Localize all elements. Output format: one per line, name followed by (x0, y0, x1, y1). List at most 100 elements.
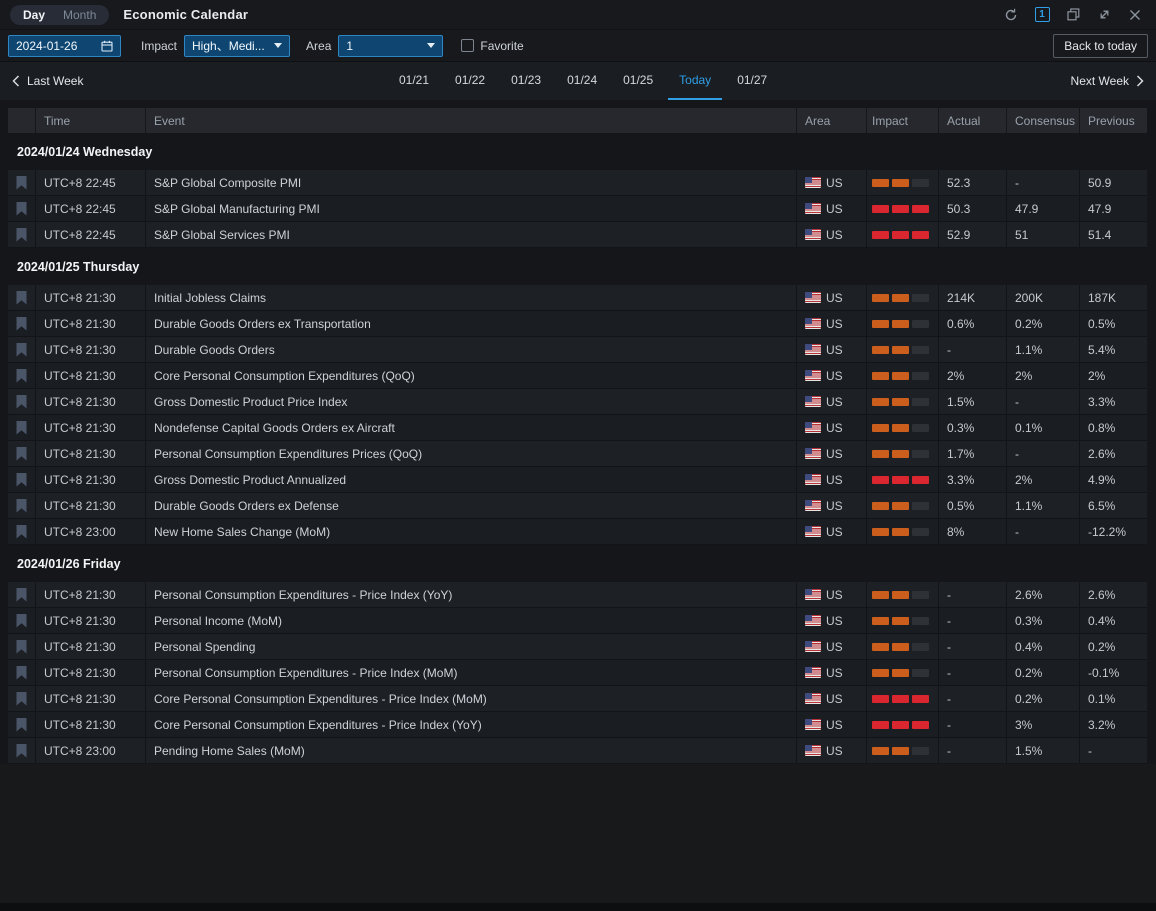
event-row[interactable]: UTC+8 21:30 Gross Domestic Product Annua… (8, 467, 1147, 493)
event-row[interactable]: UTC+8 21:30 Core Personal Consumption Ex… (8, 363, 1147, 389)
area-value: US (826, 202, 843, 216)
bookmark-icon[interactable] (16, 718, 27, 732)
event-row[interactable]: UTC+8 21:30 Durable Goods Orders ex Tran… (8, 311, 1147, 337)
event-time: UTC+8 21:30 (36, 582, 146, 607)
week-day-0[interactable]: 01/21 (388, 62, 440, 100)
close-icon[interactable] (1124, 6, 1146, 24)
event-row[interactable]: UTC+8 21:30 Durable Goods Orders US - 1.… (8, 337, 1147, 363)
impact-indicator (867, 389, 939, 414)
week-day-3[interactable]: 01/24 (556, 62, 608, 100)
impact-bar (892, 591, 909, 599)
actual-value: 50.3 (939, 196, 1007, 221)
window-count-badge[interactable]: 1 (1031, 6, 1053, 24)
event-row[interactable]: UTC+8 21:30 Gross Domestic Product Price… (8, 389, 1147, 415)
event-row[interactable]: UTC+8 21:30 Personal Income (MoM) US - 0… (8, 608, 1147, 634)
area-value: US (826, 421, 843, 435)
actual-value: - (939, 686, 1007, 711)
event-time: UTC+8 22:45 (36, 170, 146, 195)
last-week-button[interactable]: Last Week (12, 74, 83, 88)
impact-bar (872, 695, 889, 703)
impact-bar (912, 450, 929, 458)
week-day-4[interactable]: 01/25 (612, 62, 664, 100)
actual-value: - (939, 712, 1007, 737)
event-row[interactable]: UTC+8 22:45 S&P Global Manufacturing PMI… (8, 196, 1147, 222)
next-week-button[interactable]: Next Week (1071, 74, 1144, 88)
event-row[interactable]: UTC+8 23:00 New Home Sales Change (MoM) … (8, 519, 1147, 545)
previous-value: -0.1% (1080, 660, 1147, 685)
actual-value: - (939, 738, 1007, 763)
bookmark-icon[interactable] (16, 395, 27, 409)
bookmark-icon[interactable] (16, 202, 27, 216)
bookmark-icon[interactable] (16, 499, 27, 513)
event-row[interactable]: UTC+8 22:45 S&P Global Services PMI US 5… (8, 222, 1147, 248)
week-day-today[interactable]: Today (668, 62, 722, 100)
col-event: Event (146, 108, 797, 133)
week-day-1[interactable]: 01/22 (444, 62, 496, 100)
us-flag-icon (805, 422, 821, 433)
consensus-value: 0.1% (1007, 415, 1080, 440)
event-row[interactable]: UTC+8 21:30 Personal Spending US - 0.4% … (8, 634, 1147, 660)
bookmark-icon[interactable] (16, 447, 27, 461)
event-row[interactable]: UTC+8 22:45 S&P Global Composite PMI US … (8, 170, 1147, 196)
favorite-checkbox[interactable] (461, 39, 474, 52)
month-toggle[interactable]: Month (54, 8, 105, 22)
event-row[interactable]: UTC+8 21:30 Nondefense Capital Goods Ord… (8, 415, 1147, 441)
impact-bar (912, 398, 929, 406)
bookmark-icon[interactable] (16, 588, 27, 602)
bookmark-icon[interactable] (16, 640, 27, 654)
window-bottom-edge (0, 903, 1156, 911)
event-name: Gross Domestic Product Price Index (146, 389, 797, 414)
week-day-6[interactable]: 01/27 (726, 62, 778, 100)
bookmark-icon[interactable] (16, 421, 27, 435)
bookmark-icon[interactable] (16, 744, 27, 758)
area-label: Area (306, 39, 331, 53)
bookmark-icon[interactable] (16, 228, 27, 242)
bookmark-icon[interactable] (16, 291, 27, 305)
bookmark-icon[interactable] (16, 317, 27, 331)
event-row[interactable]: UTC+8 21:30 Core Personal Consumption Ex… (8, 712, 1147, 738)
bookmark-icon[interactable] (16, 692, 27, 706)
restore-icon[interactable] (1062, 6, 1084, 24)
area-value: US (826, 317, 843, 331)
event-name: Durable Goods Orders (146, 337, 797, 362)
impact-bar (912, 205, 929, 213)
refresh-icon[interactable] (1000, 6, 1022, 24)
impact-bar (872, 205, 889, 213)
chevron-right-icon (1136, 75, 1144, 87)
event-row[interactable]: UTC+8 23:00 Pending Home Sales (MoM) US … (8, 738, 1147, 764)
day-toggle[interactable]: Day (14, 8, 54, 22)
event-row[interactable]: UTC+8 21:30 Personal Consumption Expendi… (8, 441, 1147, 467)
area-value: US (826, 718, 843, 732)
bookmark-icon[interactable] (16, 525, 27, 539)
bookmark-icon[interactable] (16, 473, 27, 487)
col-impact: Impact (867, 108, 939, 133)
us-flag-icon (805, 203, 821, 214)
calendar-icon (101, 40, 113, 52)
area-select-value: 1 (346, 39, 353, 53)
bookmark-icon[interactable] (16, 176, 27, 190)
event-row[interactable]: UTC+8 21:30 Personal Consumption Expendi… (8, 582, 1147, 608)
event-row[interactable]: UTC+8 21:30 Core Personal Consumption Ex… (8, 686, 1147, 712)
event-time: UTC+8 23:00 (36, 738, 146, 763)
impact-select[interactable]: High、Medi... (184, 35, 290, 57)
area-select[interactable]: 1 (338, 35, 443, 57)
event-row[interactable]: UTC+8 21:30 Personal Consumption Expendi… (8, 660, 1147, 686)
back-to-today-button[interactable]: Back to today (1053, 34, 1148, 58)
event-row[interactable]: UTC+8 21:30 Initial Jobless Claims US 21… (8, 285, 1147, 311)
bookmark-icon[interactable] (16, 343, 27, 357)
chevron-left-icon (12, 75, 20, 87)
impact-bar (892, 398, 909, 406)
bookmark-icon[interactable] (16, 666, 27, 680)
maximize-icon[interactable] (1093, 6, 1115, 24)
event-row[interactable]: UTC+8 21:30 Durable Goods Orders ex Defe… (8, 493, 1147, 519)
consensus-value: 0.4% (1007, 634, 1080, 659)
previous-value: 4.9% (1080, 467, 1147, 492)
date-input[interactable]: 2024-01-26 (8, 35, 121, 57)
bookmark-icon[interactable] (16, 614, 27, 628)
bookmark-icon[interactable] (16, 369, 27, 383)
us-flag-icon (805, 500, 821, 511)
event-name: Initial Jobless Claims (146, 285, 797, 310)
week-day-2[interactable]: 01/23 (500, 62, 552, 100)
event-time: UTC+8 21:30 (36, 389, 146, 414)
impact-indicator (867, 196, 939, 221)
